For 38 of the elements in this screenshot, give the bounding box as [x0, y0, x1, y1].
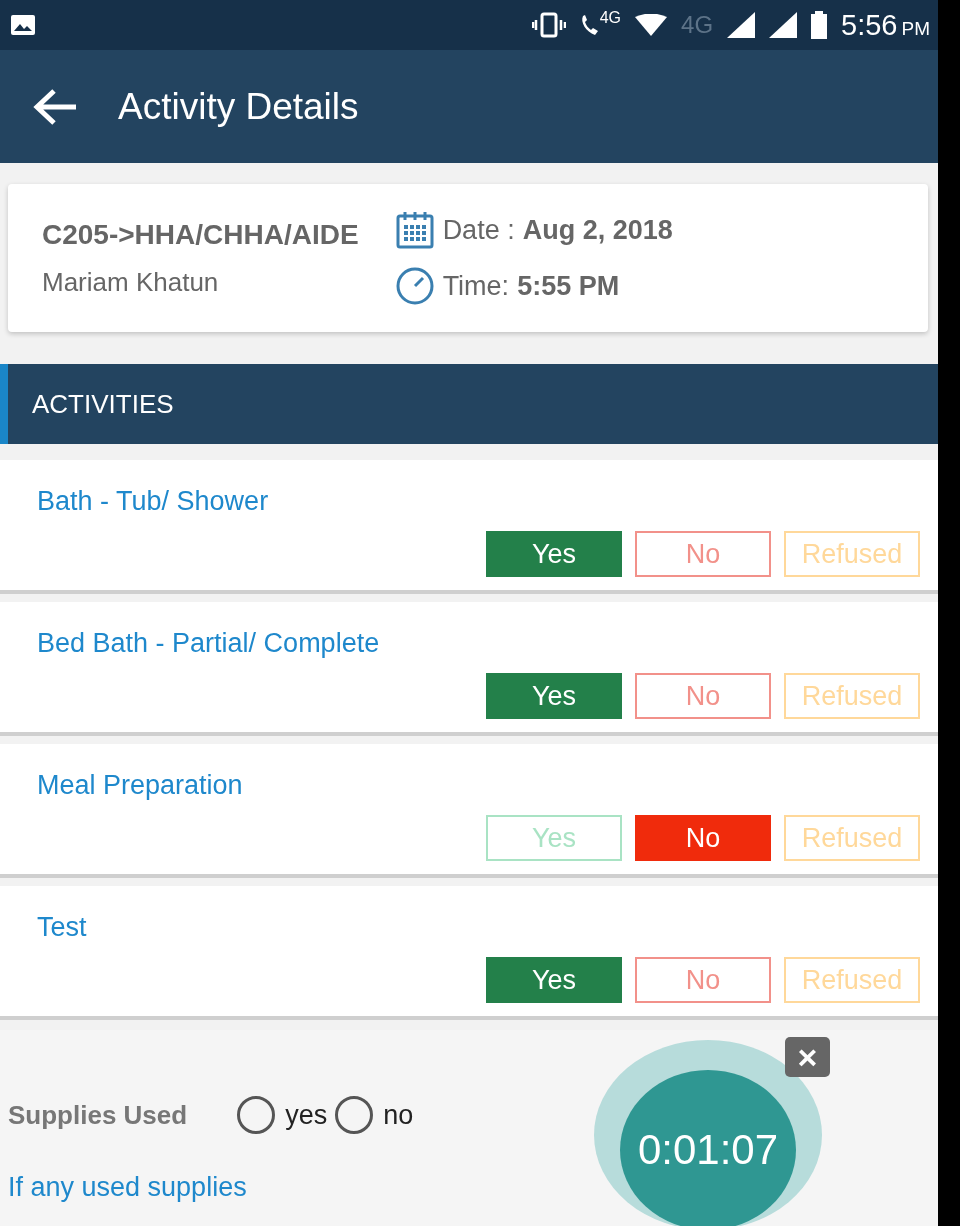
no-option-button[interactable]: No — [635, 815, 771, 861]
activity-name: Meal Preparation — [37, 770, 244, 801]
phone-icon — [579, 13, 600, 37]
image-icon — [10, 14, 36, 36]
vibrate-icon — [531, 12, 566, 38]
yes-option-button[interactable]: Yes — [486, 531, 622, 577]
client-name: Mariam Khatun — [42, 266, 220, 298]
wifi-icon — [635, 14, 668, 36]
radio-option[interactable]: yes — [237, 1096, 328, 1134]
activity-name: Bath - Tub/ Shower — [37, 486, 270, 517]
visit-time: 5:55 PM — [517, 270, 620, 302]
visit-date: Aug 2, 2018 — [522, 214, 673, 246]
clock-meridiem: PM — [901, 17, 930, 40]
activity-name: Bed Bath - Partial/ Complete — [37, 628, 381, 659]
battery-icon — [811, 11, 828, 39]
yes-option-button[interactable]: Yes — [486, 957, 622, 1003]
time-label: Time: — [442, 270, 510, 302]
radio-option[interactable]: no — [335, 1096, 414, 1134]
clock-time: 5:56 — [841, 8, 898, 42]
activity-name: Test — [37, 912, 88, 943]
no-option-button[interactable]: No — [635, 673, 771, 719]
signal-icon — [727, 12, 756, 38]
screen-title: Activity Details — [118, 85, 359, 128]
no-option-button[interactable]: No — [635, 531, 771, 577]
yes-option-button[interactable]: Yes — [486, 673, 622, 719]
elapsed-time: 0:01:07 — [620, 1070, 796, 1226]
calendar-icon — [394, 210, 435, 250]
network-label: 4G — [599, 9, 622, 27]
signal-icon — [769, 12, 798, 38]
date-label: Date : — [442, 214, 515, 246]
section-title: ACTIVITIES — [32, 388, 174, 420]
supplies-label: Supplies Used — [8, 1099, 188, 1131]
service-code: C205->HHA/CHHA/AIDE — [42, 218, 359, 251]
clock-icon — [394, 266, 435, 306]
close-button[interactable]: × — [785, 1037, 830, 1077]
back-arrow-icon[interactable] — [32, 87, 78, 126]
network-label: 4G — [681, 11, 714, 39]
no-option-button[interactable]: No — [635, 957, 771, 1003]
